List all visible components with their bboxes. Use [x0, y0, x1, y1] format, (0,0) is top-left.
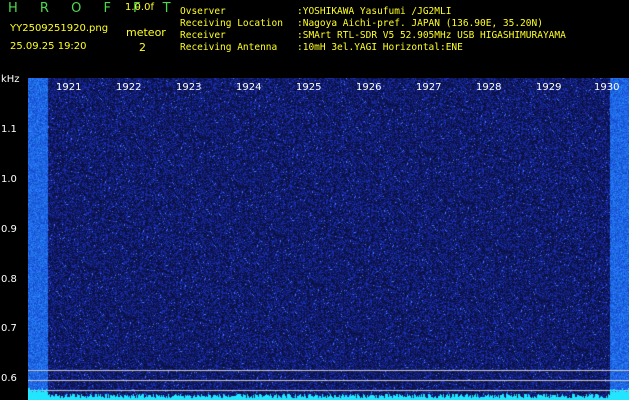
timestamp: 25.09.25 19:20: [10, 41, 87, 52]
location-value: :Nagoya Aichi-pref. JAPAN (136.90E, 35.2…: [297, 18, 543, 29]
observer-value: :YOSHIKAWA Yasufumi /JG2MLI: [297, 6, 452, 17]
app-version: 1.0.0f: [125, 2, 154, 13]
meteor-label: meteor: [126, 26, 166, 39]
x-tick-label: 1928: [476, 82, 502, 93]
y-tick-label: 0.8: [1, 274, 17, 285]
y-axis-unit: kHz: [1, 74, 20, 85]
antenna-label: Receiving Antenna: [180, 42, 278, 53]
x-tick-label: 1924: [236, 82, 262, 93]
x-tick-label: 1925: [296, 82, 322, 93]
observer-label: Ovserver: [180, 6, 226, 17]
x-tick-label: 1922: [116, 82, 142, 93]
spectrogram-canvas: [28, 78, 629, 400]
header-panel: H R O F F T 1.0.0f YY2509251920.png mete…: [0, 0, 629, 72]
antenna-value: :10mH 3el.YAGI Horizontal:ENE: [297, 42, 463, 53]
y-tick-label: 0.9: [1, 224, 17, 235]
y-tick-label: 0.6: [1, 373, 17, 384]
x-tick-label: 1921: [56, 82, 82, 93]
receiver-label: Receiver: [180, 30, 226, 41]
file-name: YY2509251920.png: [10, 23, 109, 34]
x-tick-label: 1930: [594, 82, 620, 93]
meteor-count: 2: [139, 41, 146, 54]
location-label: Receiving Location: [180, 18, 283, 29]
x-tick-label: 1927: [416, 82, 442, 93]
receiver-value: :SMArt RTL-SDR V5 52.905MHz USB HIGASHIM…: [297, 30, 566, 41]
x-tick-label: 1926: [356, 82, 382, 93]
y-tick-label: 1.0: [1, 174, 17, 185]
y-tick-label: 0.7: [1, 323, 17, 334]
x-tick-label: 1929: [536, 82, 562, 93]
x-tick-label: 1923: [176, 82, 202, 93]
y-tick-label: 1.1: [1, 124, 17, 135]
